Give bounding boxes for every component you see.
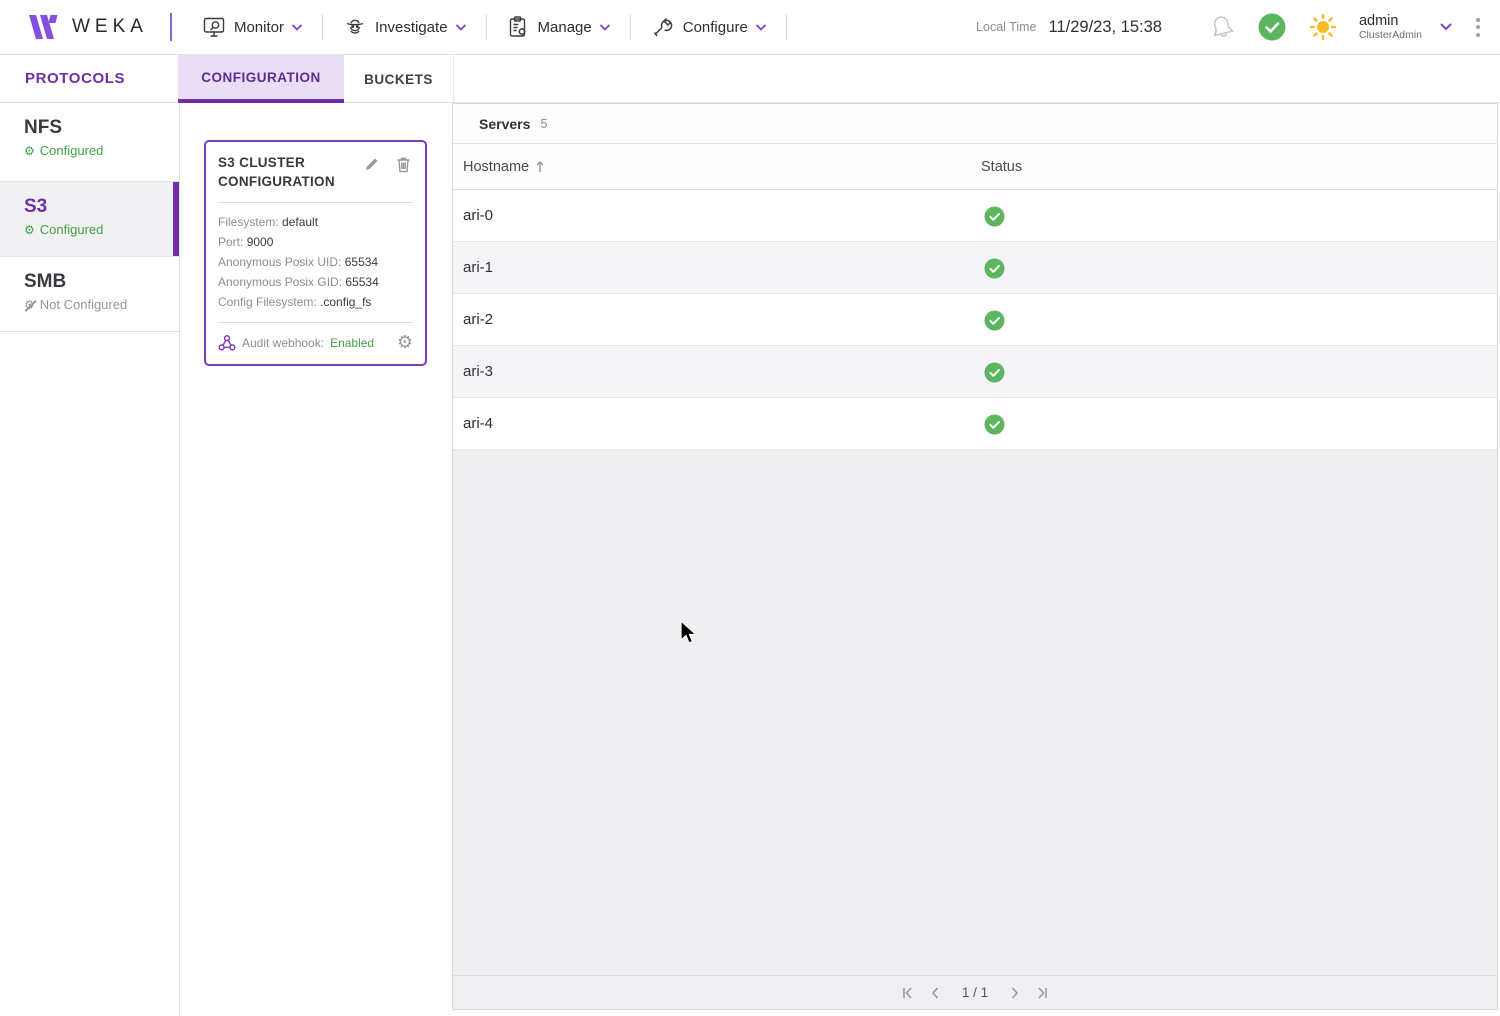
mouse-cursor [679, 620, 701, 651]
field-anonymous-posix-uid: Anonymous Posix UID: 65534 [218, 252, 413, 272]
protocols-sidebar: NFS ⚙ Configured S3 ⚙ Configured SMB ⚙ N… [0, 103, 180, 1016]
configured-gear-icon: ⚙ [24, 144, 35, 158]
status-ok-icon [984, 206, 1005, 232]
protocol-name: SMB [24, 271, 179, 293]
configuration-panel: S3 CLUSTER CONFIGURATION Filesystem: def… [181, 103, 452, 1016]
logo-text: WEKA [72, 16, 148, 38]
topbar-right: Local Time 11/29/23, 15:38 [976, 12, 1500, 42]
clipboard-gear-icon [507, 15, 530, 39]
local-time-label: Local Time [976, 20, 1036, 34]
divider [218, 202, 413, 203]
configured-gear-icon: ⚙ [24, 223, 35, 237]
table-row[interactable]: ari-2 [453, 294, 1497, 346]
audit-webhook-row: Audit webhook: Enabled ⚙ [218, 332, 413, 352]
card-title: S3 CLUSTER CONFIGURATION [218, 154, 368, 192]
weka-logo[interactable]: WEKA [26, 12, 148, 42]
topbar-divider [170, 13, 172, 41]
wrench-icon [651, 15, 675, 39]
menu-monitor-label: Monitor [234, 19, 284, 36]
panel-empty-area [453, 450, 1497, 975]
audit-webhook-status: Enabled [330, 336, 374, 350]
kebab-menu-icon[interactable] [1476, 18, 1480, 37]
chevron-down-icon [600, 24, 610, 31]
column-status[interactable]: Status [981, 159, 1022, 175]
sun-icon[interactable] [1308, 12, 1338, 42]
servers-count: 5 [540, 116, 547, 131]
field-port: Port: 9000 [218, 232, 413, 252]
sidebar-item-s3[interactable]: S3 ⚙ Configured [0, 182, 179, 257]
table-row[interactable]: ari-1 [453, 242, 1497, 294]
tab-buckets[interactable]: BUCKETS [344, 55, 454, 103]
monitor-icon [202, 16, 226, 38]
menu-monitor[interactable]: Monitor [182, 0, 322, 55]
gear-icon[interactable]: ⚙ [397, 334, 413, 352]
menu-manage-label: Manage [538, 19, 592, 36]
last-page-button[interactable] [1036, 986, 1050, 1000]
protocol-status: ⚙ Configured [24, 143, 179, 158]
user-role: ClusterAdmin [1359, 29, 1422, 41]
detective-icon [343, 15, 367, 39]
status-ok-icon [984, 258, 1005, 284]
table-row[interactable]: ari-0 [453, 190, 1497, 242]
table-row[interactable]: ari-3 [453, 346, 1497, 398]
bell-icon[interactable] [1208, 12, 1236, 42]
servers-header: Servers 5 [453, 104, 1497, 144]
sidebar-item-nfs[interactable]: NFS ⚙ Configured [0, 103, 179, 182]
weka-app: WEKA Monitor Investigate [0, 0, 1500, 1016]
hostname-cell: ari-2 [453, 311, 493, 328]
menu-separator [786, 14, 787, 40]
field-anonymous-posix-gid: Anonymous Posix GID: 65534 [218, 272, 413, 292]
previous-page-button[interactable] [928, 986, 942, 1000]
servers-panel: Servers 5 Hostname Status ari-0 ari-1 [452, 103, 1498, 1010]
protocol-name: NFS [24, 117, 179, 139]
status-ok-icon [984, 414, 1005, 440]
health-check-icon[interactable] [1257, 12, 1287, 42]
webhook-icon [218, 334, 236, 352]
user-chevron-down-icon[interactable] [1440, 23, 1452, 31]
chevron-down-icon [756, 24, 766, 31]
protocol-status: ⚙ Configured [24, 222, 179, 237]
chevron-down-icon [292, 24, 302, 31]
chevron-down-icon [456, 24, 466, 31]
not-configured-gear-icon: ⚙ [24, 298, 35, 312]
topbar: WEKA Monitor Investigate [0, 0, 1500, 55]
edit-pencil-icon[interactable] [364, 156, 380, 172]
tab-bar: PROTOCOLS CONFIGURATION BUCKETS [0, 55, 1500, 103]
protocol-name: S3 [24, 196, 179, 218]
trash-icon[interactable] [396, 156, 411, 173]
local-time-value: 11/29/23, 15:38 [1049, 18, 1162, 37]
status-ok-icon [984, 310, 1005, 336]
user-block[interactable]: admin ClusterAdmin [1359, 13, 1422, 41]
divider [218, 322, 413, 323]
hostname-cell: ari-3 [453, 363, 493, 380]
menu-manage[interactable]: Manage [487, 0, 630, 55]
sidebar-title: PROTOCOLS [0, 55, 178, 102]
protocol-status: ⚙ Not Configured [24, 297, 179, 312]
table-row[interactable]: ari-4 [453, 398, 1497, 450]
s3-cluster-configuration-card: S3 CLUSTER CONFIGURATION Filesystem: def… [204, 140, 427, 366]
status-ok-icon [984, 362, 1005, 388]
sidebar-item-smb[interactable]: SMB ⚙ Not Configured [0, 257, 179, 332]
hostname-cell: ari-1 [453, 259, 493, 276]
hostname-cell: ari-0 [453, 207, 493, 224]
menu-investigate[interactable]: Investigate [323, 0, 486, 55]
servers-title: Servers [479, 116, 530, 132]
weka-logo-icon [26, 12, 60, 42]
field-config-filesystem: Config Filesystem: .config_fs [218, 292, 413, 312]
menu-configure[interactable]: Configure [631, 0, 786, 55]
user-name: admin [1359, 13, 1422, 29]
hostname-cell: ari-4 [453, 415, 493, 432]
next-page-button[interactable] [1008, 986, 1022, 1000]
sort-ascending-icon [535, 160, 545, 174]
table-header: Hostname Status [453, 144, 1497, 190]
pagination: 1 / 1 [453, 975, 1497, 1009]
menu-configure-label: Configure [683, 19, 748, 36]
audit-webhook-label: Audit webhook: [242, 336, 324, 350]
field-filesystem: Filesystem: default [218, 212, 413, 232]
column-hostname[interactable]: Hostname [453, 159, 545, 175]
menu-investigate-label: Investigate [375, 19, 448, 36]
first-page-button[interactable] [900, 986, 914, 1000]
page-indicator: 1 / 1 [962, 985, 988, 1000]
tab-configuration[interactable]: CONFIGURATION [178, 55, 344, 103]
